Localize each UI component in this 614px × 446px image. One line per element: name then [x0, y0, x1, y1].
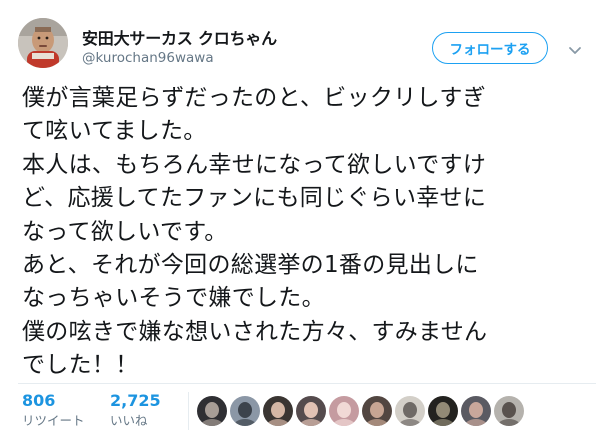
tweet-text-line: あと、それが今回の総選挙の1番の見出しに [22, 252, 479, 279]
user-handle[interactable]: @kurochan96wawa [82, 50, 214, 66]
liker-avatars [197, 396, 524, 426]
tweet-text-line: 僕が言葉足らずだったのと、ビックリしすぎ [22, 85, 486, 111]
tweet-text-line: て呟いてました。 [22, 118, 207, 145]
retweet-count: 806 [22, 391, 56, 410]
tweet-text-line: 僕の呟きで嫌な想いされた方々、すみません [22, 318, 488, 345]
liker-avatar-8[interactable] [428, 396, 458, 426]
display-name[interactable]: 安田大サーカス クロちゃん [82, 25, 277, 49]
liker-avatar-3[interactable] [263, 396, 293, 426]
tweet-text-line: ど、応援してたファンにも同じぐらい幸せに [22, 185, 487, 212]
liker-avatar-1[interactable] [197, 396, 227, 426]
tweet-text-line: なって欲しいです。 [22, 218, 228, 245]
tweet-text: 僕が言葉足らずだったのと、ビックリしすぎ て呟いてました。 本人は、もちろん幸せ… [22, 82, 592, 383]
retweet-stat[interactable]: 806 リツイート [22, 392, 85, 430]
chevron-down-icon[interactable] [568, 41, 582, 54]
liker-avatar-2[interactable] [230, 396, 260, 426]
like-stat[interactable]: 2,725 いいね [110, 392, 161, 430]
liker-avatar-7[interactable] [395, 396, 425, 426]
liker-avatar-9[interactable] [461, 396, 491, 426]
like-label: いいね [110, 413, 148, 428]
tweet-text-line: 本人は、もちろん幸せになって欲しいですけ [22, 151, 487, 178]
liker-avatar-6[interactable] [362, 396, 392, 426]
follow-button[interactable]: フォローする [432, 32, 548, 64]
liker-avatar-4[interactable] [296, 396, 326, 426]
retweet-label: リツイート [22, 413, 85, 428]
tweet-text-line: でした！！ [22, 352, 139, 379]
profile-avatar[interactable] [18, 18, 68, 68]
tweet-card: 安田大サーカス クロちゃん @kurochan96wawa フォローする 僕が言… [0, 0, 614, 446]
stats-separator [188, 392, 189, 430]
tweet-text-line: なっちゃいそうで嫌でした。 [22, 285, 325, 312]
like-count: 2,725 [110, 391, 161, 410]
liker-avatar-5[interactable] [329, 396, 359, 426]
stats-divider [18, 383, 596, 384]
liker-avatar-10[interactable] [494, 396, 524, 426]
